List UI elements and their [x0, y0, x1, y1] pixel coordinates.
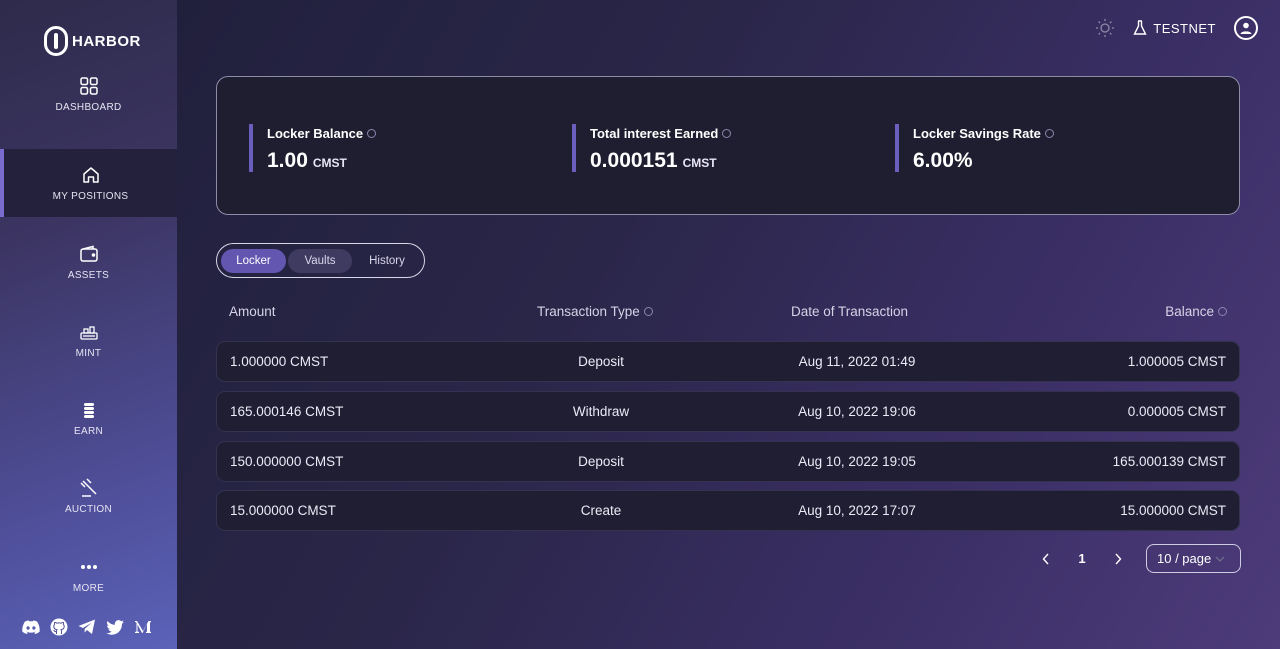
cell-date: Aug 10, 2022 17:07 [798, 503, 916, 518]
stat-value: 0.000151 CMST [590, 149, 731, 173]
info-icon[interactable] [1218, 307, 1227, 316]
user-icon [1240, 22, 1252, 34]
sidebar-item-label: ASSETS [67, 269, 110, 281]
positions-tabs: Locker Vaults History [216, 243, 425, 278]
info-icon[interactable] [643, 307, 653, 316]
profile-button[interactable] [1234, 16, 1258, 40]
more-icon [80, 564, 97, 569]
stat-locker-balance: Locker Balance 1.00 CMST [249, 124, 377, 173]
sidebar-item-assets[interactable]: ASSETS [0, 228, 177, 296]
prev-page-button[interactable] [1038, 545, 1054, 573]
logo-text: HARBOR [72, 32, 141, 50]
harbor-logo[interactable]: HARBOR [44, 26, 141, 56]
column-header-label: Amount [229, 304, 276, 319]
stat-total-interest: Total interest Earned 0.000151 CMST [572, 124, 732, 173]
harbor-logo-icon [44, 26, 68, 56]
column-header-date: Date of Transaction [791, 304, 908, 319]
next-page-button[interactable] [1110, 545, 1126, 573]
table-header: Amount Transaction Type Date of Transact… [216, 304, 1240, 324]
table-row: 15.000000 CMST Create Aug 10, 2022 17:07… [216, 490, 1240, 531]
stat-title: Total interest Earned [590, 126, 732, 141]
stat-title: Locker Balance [267, 126, 377, 141]
social-links [22, 618, 152, 636]
github-icon[interactable] [50, 618, 68, 636]
sidebar-item-earn[interactable]: EARN [0, 384, 177, 452]
cell-balance: 1.000005 CMST [1127, 354, 1226, 369]
sidebar-item-more[interactable]: MORE [0, 541, 177, 609]
sidebar-item-mint[interactable]: MINT [0, 306, 177, 374]
cell-balance: 15.000000 CMST [1120, 503, 1226, 518]
stat-title: Locker Savings Rate [913, 126, 1054, 141]
stat-title-text: Locker Balance [267, 126, 364, 141]
page-size-value: 10 / page [1157, 551, 1212, 566]
grid-icon [79, 76, 98, 95]
cell-balance: 0.000005 CMST [1127, 404, 1226, 419]
stat-unit: CMST [682, 156, 717, 170]
stat-title-text: Locker Savings Rate [913, 126, 1041, 141]
sidebar-item-label: EARN [74, 425, 103, 437]
column-header-balance: Balance [1165, 304, 1227, 319]
discord-icon[interactable] [22, 618, 40, 636]
tab-locker[interactable]: Locker [221, 248, 286, 273]
network-selector[interactable]: TESTNET [1133, 20, 1216, 36]
chevron-left-icon [1042, 553, 1049, 564]
sidebar-item-my-positions[interactable]: MY POSITIONS [0, 149, 177, 217]
sun-icon[interactable] [1095, 18, 1115, 38]
chevron-right-icon [1115, 553, 1122, 564]
sidebar-item-dashboard[interactable]: DASHBOARD [0, 60, 177, 128]
flask-icon [1133, 20, 1147, 35]
column-header-amount: Amount [229, 304, 276, 319]
locker-stats-card: Locker Balance 1.00 CMST Total interest … [216, 76, 1240, 215]
stat-number: 6.00% [913, 149, 973, 172]
twitter-icon[interactable] [106, 618, 124, 636]
home-icon [82, 166, 99, 183]
sidebar-item-label: AUCTION [64, 503, 113, 515]
cell-date: Aug 10, 2022 19:06 [798, 404, 916, 419]
column-header-label: Transaction Type [537, 304, 640, 319]
sidebar: HARBOR DASHBOARD MY POSITIONS ASSETS MIN… [0, 0, 177, 649]
table-row: 165.000146 CMST Withdraw Aug 10, 2022 19… [216, 391, 1240, 432]
page-size-select[interactable]: 10 / page [1146, 544, 1241, 573]
mint-icon [79, 325, 98, 340]
cell-date: Aug 11, 2022 01:49 [798, 354, 916, 369]
cell-date: Aug 10, 2022 19:05 [798, 454, 916, 469]
wallet-icon [79, 245, 98, 262]
network-label: TESTNET [1153, 20, 1216, 36]
info-icon[interactable] [1044, 129, 1054, 138]
column-header-transaction-type: Transaction Type [537, 304, 653, 319]
tab-history[interactable]: History [354, 249, 420, 273]
top-bar: TESTNET [1095, 16, 1258, 40]
tab-vaults[interactable]: Vaults [288, 248, 352, 273]
stat-unit: CMST [312, 156, 347, 170]
info-icon[interactable] [722, 129, 732, 138]
stat-number: 1.00 [267, 149, 308, 172]
cell-balance: 165.000139 CMST [1112, 454, 1226, 469]
sidebar-item-label: MINT [75, 347, 102, 359]
column-header-label: Date of Transaction [791, 304, 909, 319]
column-header-label: Balance [1165, 304, 1214, 319]
stat-savings-rate: Locker Savings Rate 6.00% [895, 124, 1054, 172]
sidebar-item-label: DASHBOARD [55, 101, 122, 113]
stat-value: 1.00 CMST [267, 149, 376, 173]
pagination: 1 10 / page [1038, 544, 1241, 573]
info-icon[interactable] [367, 129, 377, 138]
coins-icon [83, 402, 94, 418]
stat-value: 6.00% [913, 149, 1054, 173]
table-row: 150.000000 CMST Deposit Aug 10, 2022 19:… [216, 441, 1240, 482]
sidebar-item-label: MORE [72, 582, 105, 594]
page-number-current[interactable]: 1 [1054, 551, 1110, 566]
sidebar-item-label: MY POSITIONS [52, 190, 129, 202]
sidebar-item-auction[interactable]: AUCTION [0, 462, 177, 530]
medium-icon[interactable] [134, 618, 152, 636]
telegram-icon[interactable] [78, 618, 96, 636]
stat-number: 0.000151 [590, 149, 678, 172]
table-row: 1.000000 CMST Deposit Aug 11, 2022 01:49… [216, 341, 1240, 382]
chevron-down-icon [1215, 556, 1225, 562]
gavel-icon [79, 477, 97, 497]
stat-title-text: Total interest Earned [590, 126, 719, 141]
